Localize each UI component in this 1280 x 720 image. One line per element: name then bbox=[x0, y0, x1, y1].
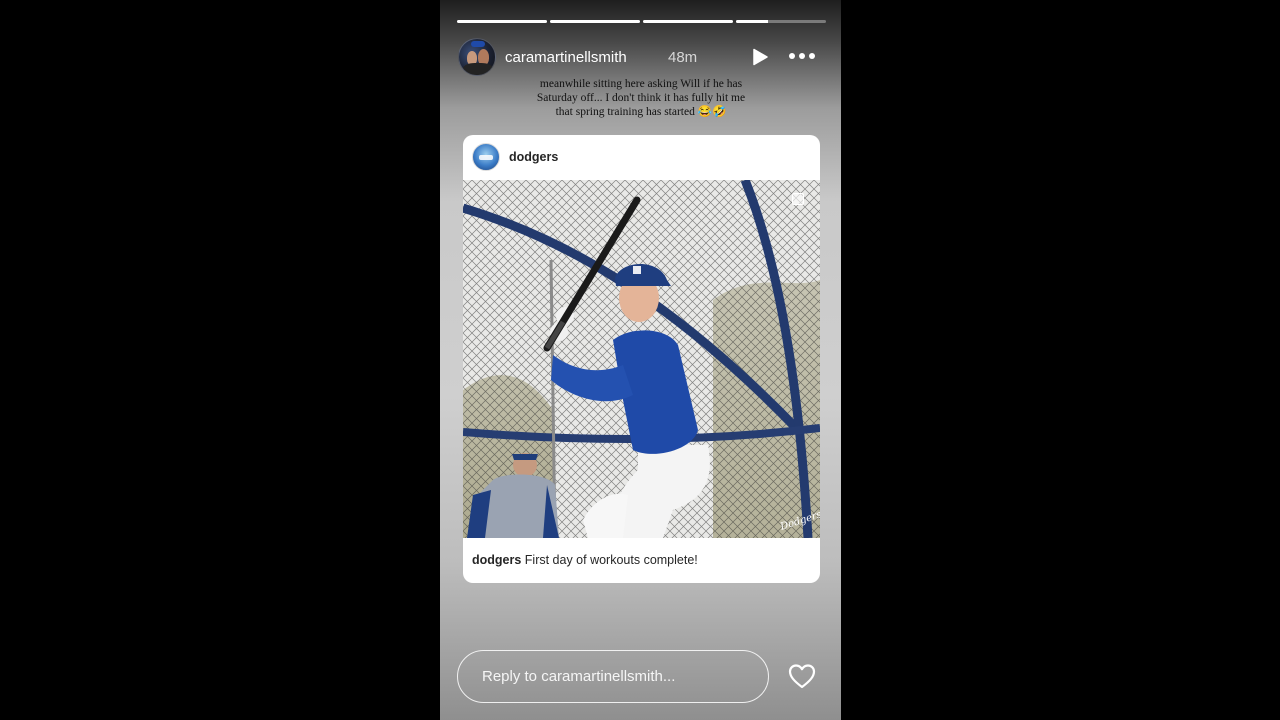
caption-line: that spring training has started 😂🤣 bbox=[555, 106, 727, 118]
post-header: dodgers bbox=[463, 135, 820, 180]
caption-username[interactable]: dodgers bbox=[472, 553, 521, 567]
shared-post-card[interactable]: dodgers Dodgers dodgers First day of wor… bbox=[463, 135, 820, 583]
progress-fill bbox=[643, 20, 733, 23]
progress-segment bbox=[736, 20, 826, 23]
story-timestamp: 48m bbox=[668, 49, 698, 66]
reply-input[interactable] bbox=[482, 668, 752, 685]
progress-segment bbox=[457, 20, 547, 23]
story-header: caramartinellsmith 48m bbox=[458, 38, 823, 78]
more-options-icon bbox=[789, 53, 795, 59]
like-button[interactable] bbox=[787, 662, 817, 690]
post-username[interactable]: dodgers bbox=[509, 150, 558, 164]
progress-segment bbox=[550, 20, 640, 23]
post-avatar[interactable] bbox=[472, 143, 500, 171]
progress-fill bbox=[736, 20, 768, 23]
story-username[interactable]: caramartinellsmith bbox=[505, 49, 627, 66]
carousel-icon bbox=[792, 193, 804, 205]
avatar-hat bbox=[471, 41, 485, 47]
reply-bar[interactable] bbox=[457, 650, 769, 703]
play-button[interactable] bbox=[750, 47, 770, 67]
story-progress bbox=[457, 20, 826, 23]
progress-fill bbox=[457, 20, 547, 23]
caption-line: meanwhile sitting here asking Will if he… bbox=[539, 78, 743, 90]
avatar[interactable] bbox=[458, 38, 496, 76]
caption-text: First day of workouts complete! bbox=[521, 553, 698, 567]
post-caption: dodgers First day of workouts complete! bbox=[472, 553, 698, 567]
heart-icon bbox=[788, 664, 816, 689]
play-icon bbox=[753, 48, 768, 66]
progress-fill bbox=[550, 20, 640, 23]
progress-segment bbox=[643, 20, 733, 23]
story-viewer: caramartinellsmith 48m meanwhile sitting… bbox=[440, 0, 841, 720]
batting-cage-photo: Dodgers bbox=[463, 180, 820, 538]
caption-line: Saturday off... I don't think it has ful… bbox=[536, 92, 746, 104]
more-options-icon bbox=[809, 53, 815, 59]
avatar-body bbox=[463, 63, 493, 75]
story-caption: meanwhile sitting here asking Will if he… bbox=[500, 77, 782, 119]
more-options-icon bbox=[799, 53, 805, 59]
more-options-button[interactable] bbox=[789, 46, 815, 66]
post-photo[interactable]: Dodgers bbox=[463, 180, 820, 538]
